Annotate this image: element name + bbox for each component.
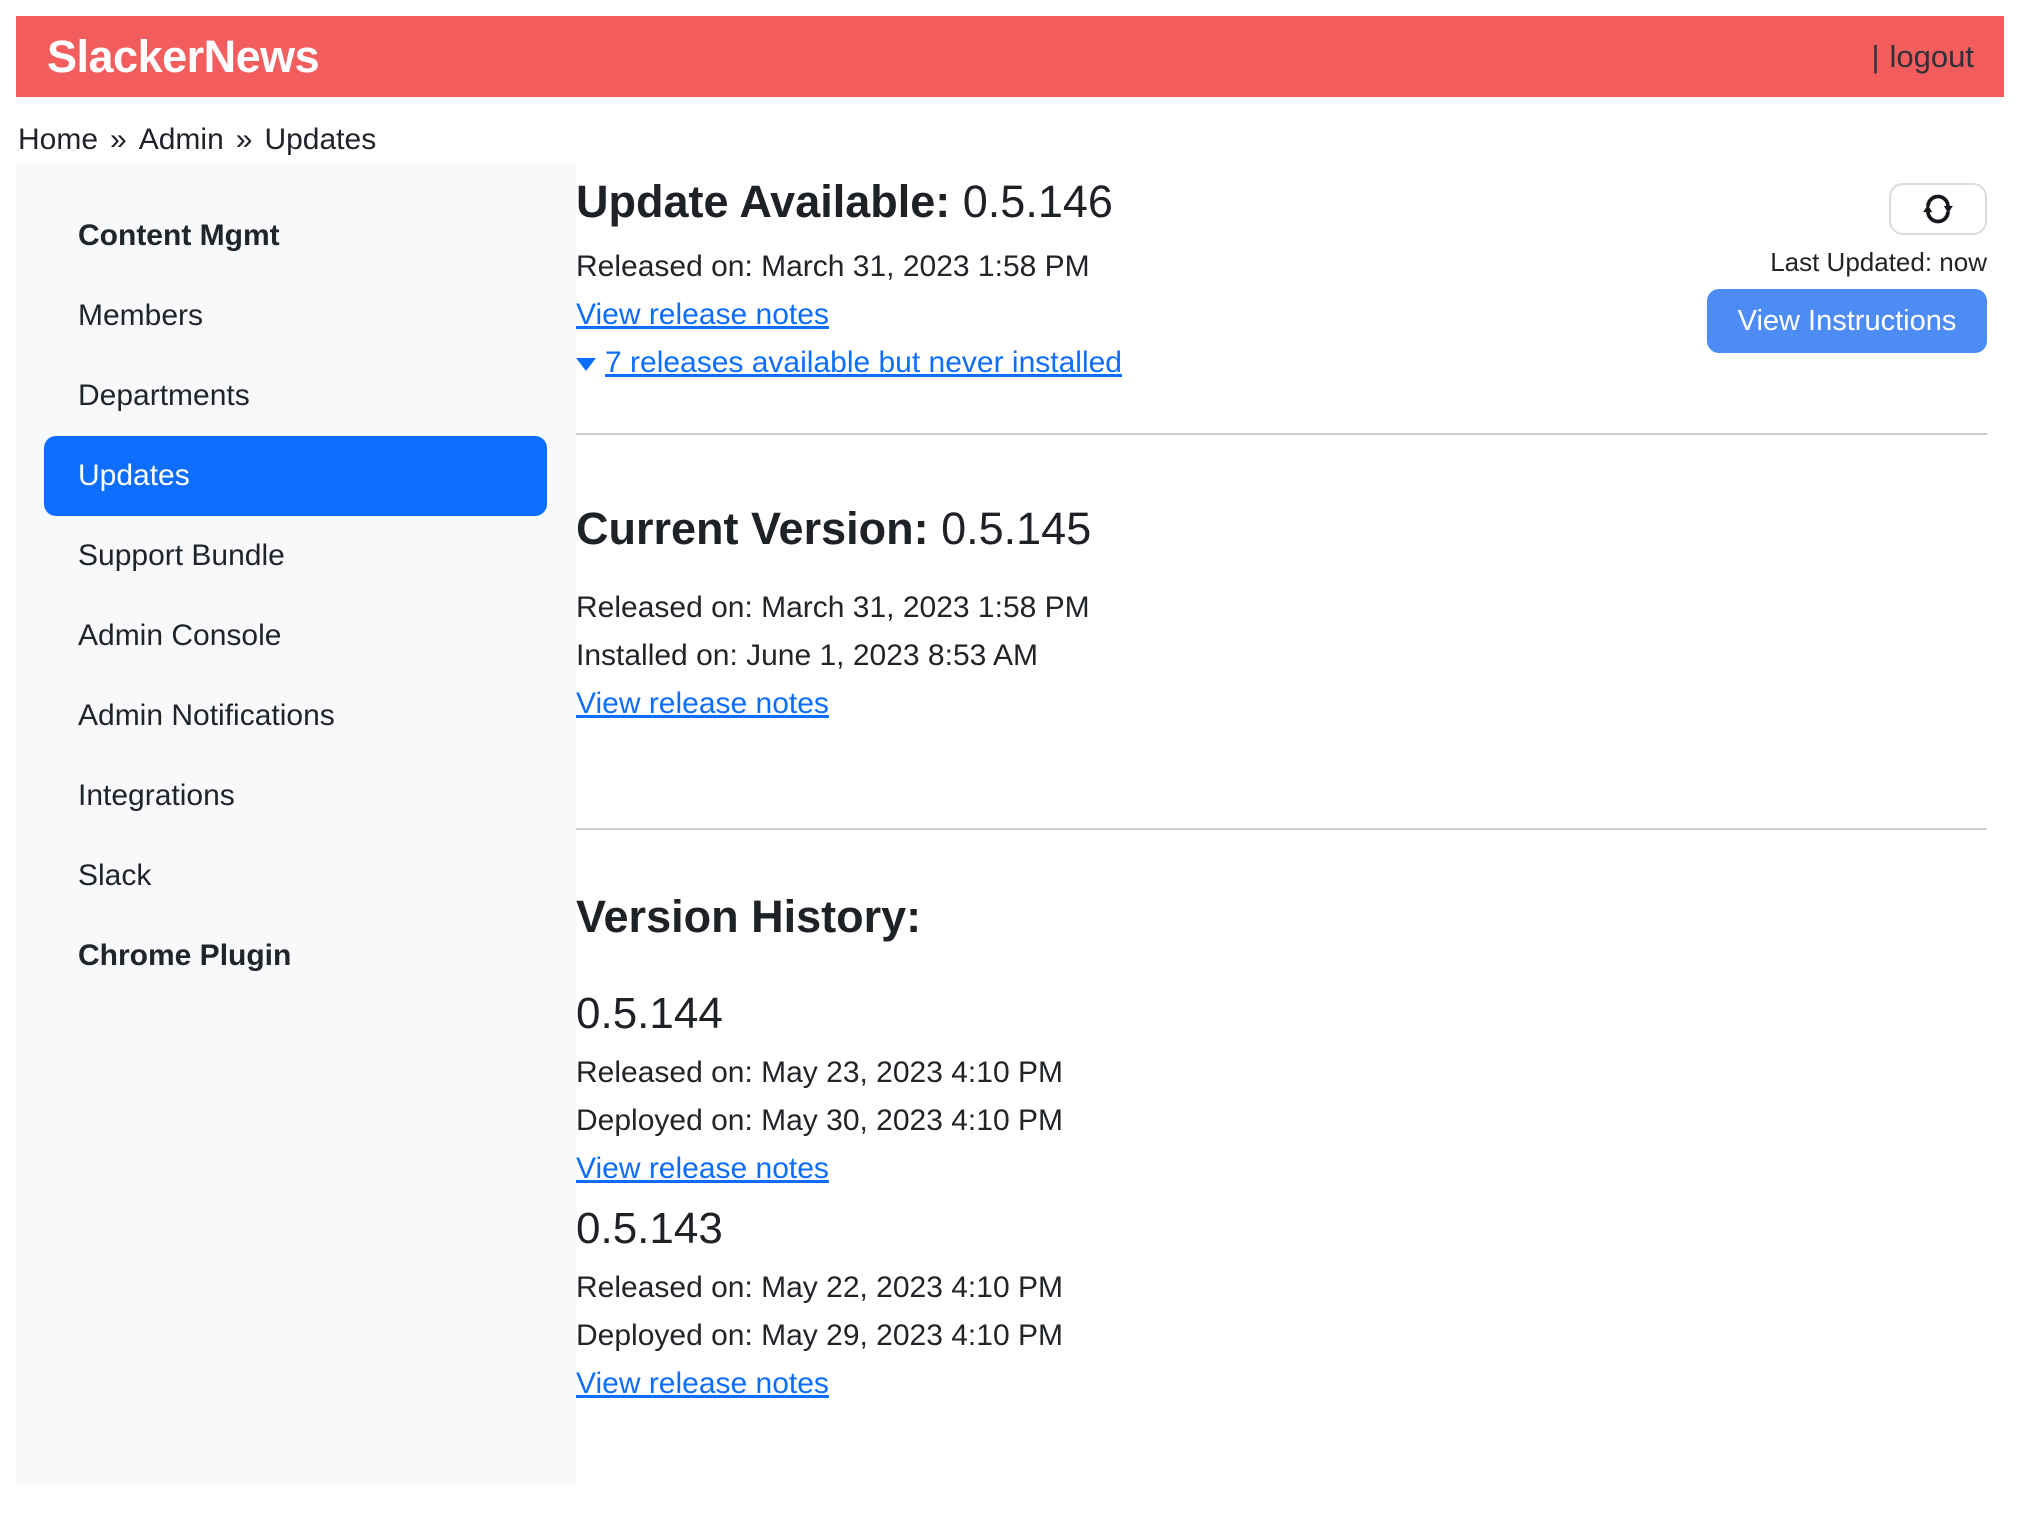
current-version-heading: Current Version: 0.5.145 xyxy=(576,502,1987,556)
update-release-notes-link[interactable]: View release notes xyxy=(576,298,829,331)
sidebar-item-departments[interactable]: Departments xyxy=(16,356,576,436)
main-content: Last Updated: now View Instructions Upda… xyxy=(576,163,1987,1487)
section-divider xyxy=(576,828,1987,830)
current-released-text: Released on: March 31, 2023 1:58 PM xyxy=(576,584,1987,632)
refresh-button[interactable] xyxy=(1889,183,1987,235)
sidebar-item-admin-console[interactable]: Admin Console xyxy=(16,596,576,676)
current-release-notes-link[interactable]: View release notes xyxy=(576,687,829,720)
version-history-entry: 0.5.143 Released on: May 22, 2023 4:10 P… xyxy=(576,1203,1987,1408)
sidebar-item-members[interactable]: Members xyxy=(16,276,576,356)
logout-area: | logout xyxy=(1871,39,1974,75)
sidebar-item-integrations[interactable]: Integrations xyxy=(16,756,576,836)
app-title: SlackerNews xyxy=(47,31,319,83)
top-header-bar: SlackerNews | logout xyxy=(16,16,2004,97)
breadcrumb-home[interactable]: Home xyxy=(18,123,98,157)
history-deployed-text: Deployed on: May 29, 2023 4:10 PM xyxy=(576,1312,1987,1360)
version-history-entry: 0.5.144 Released on: May 23, 2023 4:10 P… xyxy=(576,988,1987,1193)
sidebar-item-updates[interactable]: Updates xyxy=(44,436,547,516)
sidebar-item-support-bundle[interactable]: Support Bundle xyxy=(16,516,576,596)
content-row: Content MgmtMembersDepartmentsUpdatesSup… xyxy=(16,163,1987,1487)
refresh-icon xyxy=(1923,194,1953,224)
breadcrumb-admin[interactable]: Admin xyxy=(139,123,224,157)
history-release-notes-link[interactable]: View release notes xyxy=(576,1367,829,1400)
breadcrumb-separator: » xyxy=(110,123,127,157)
history-version-number: 0.5.144 xyxy=(576,988,1987,1041)
breadcrumb: Home » Admin » Updates xyxy=(18,117,2028,163)
update-controls: Last Updated: now View Instructions xyxy=(1707,183,1987,353)
last-updated-text: Last Updated: now xyxy=(1770,247,1987,278)
history-deployed-text: Deployed on: May 30, 2023 4:10 PM xyxy=(576,1097,1987,1145)
caret-down-icon xyxy=(576,358,596,371)
breadcrumb-separator: » xyxy=(236,123,253,157)
history-released-text: Released on: May 23, 2023 4:10 PM xyxy=(576,1049,1987,1097)
update-available-label: Update Available: xyxy=(576,176,950,227)
view-instructions-button[interactable]: View Instructions xyxy=(1707,289,1987,353)
version-history-heading: Version History: xyxy=(576,890,1987,944)
breadcrumb-current: Updates xyxy=(264,123,376,157)
current-version-number: 0.5.145 xyxy=(941,503,1091,554)
current-installed-text: Installed on: June 1, 2023 8:53 AM xyxy=(576,632,1987,680)
sidebar-item-chrome-plugin[interactable]: Chrome Plugin xyxy=(16,916,576,996)
update-available-version: 0.5.146 xyxy=(963,176,1113,227)
admin-sidebar: Content MgmtMembersDepartmentsUpdatesSup… xyxy=(16,163,576,1487)
sidebar-item-content-mgmt[interactable]: Content Mgmt xyxy=(16,196,576,276)
pending-releases-link[interactable]: 7 releases available but never installed xyxy=(576,339,1122,387)
version-history-list: 0.5.144 Released on: May 23, 2023 4:10 P… xyxy=(576,988,1987,1408)
sidebar-item-slack[interactable]: Slack xyxy=(16,836,576,916)
history-released-text: Released on: May 22, 2023 4:10 PM xyxy=(576,1264,1987,1312)
sidebar-item-admin-notifications[interactable]: Admin Notifications xyxy=(16,676,576,756)
history-version-number: 0.5.143 xyxy=(576,1203,1987,1256)
current-version-label: Current Version: xyxy=(576,503,929,554)
logout-link[interactable]: logout xyxy=(1890,39,1974,75)
history-release-notes-link[interactable]: View release notes xyxy=(576,1152,829,1185)
section-divider xyxy=(576,433,1987,435)
logout-divider: | xyxy=(1871,39,1879,75)
